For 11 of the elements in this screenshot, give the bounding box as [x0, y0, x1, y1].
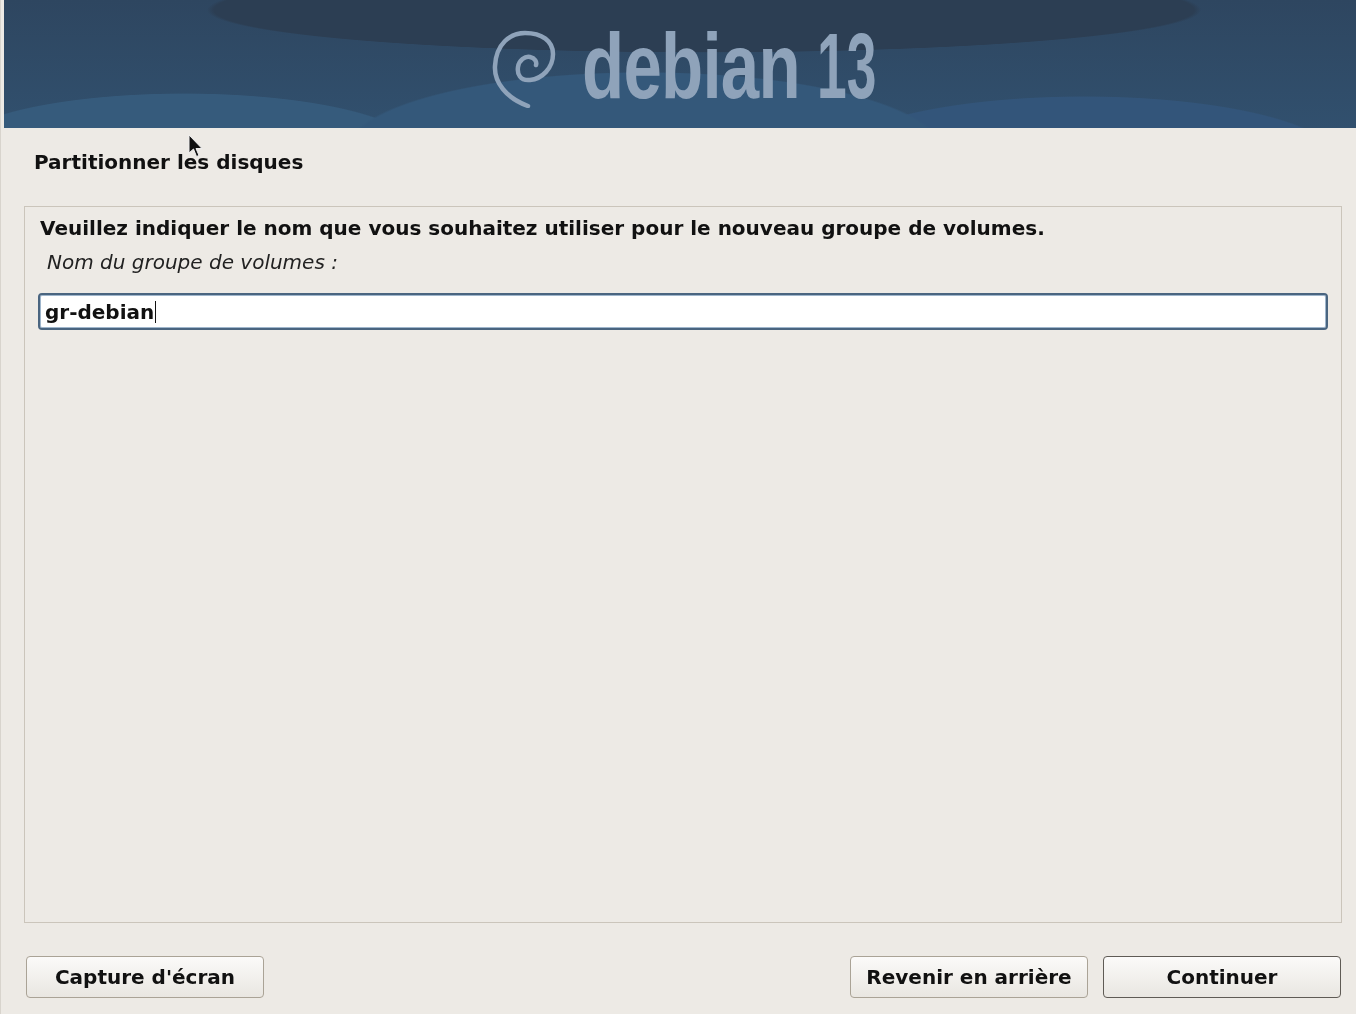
volume-group-name-field[interactable]: gr-debian [38, 293, 1328, 330]
screenshot-button[interactable]: Capture d'écran [26, 956, 264, 998]
question-prompt: Veuillez indiquer le nom que vous souhaitez utiliser pour le nouveau groupe de volumes. [39, 216, 1045, 240]
field-label: Nom du groupe de volumes : [46, 250, 338, 274]
logo-wordmark: debian [582, 14, 800, 119]
swirl-logo-icon [492, 30, 557, 108]
step-title: Partitionner les disques [34, 150, 304, 174]
continue-button[interactable]: Continuer [1103, 956, 1341, 998]
version-number: 13 [816, 14, 876, 119]
back-button[interactable]: Revenir en arrière [850, 956, 1088, 998]
text-cursor-icon [155, 300, 157, 323]
